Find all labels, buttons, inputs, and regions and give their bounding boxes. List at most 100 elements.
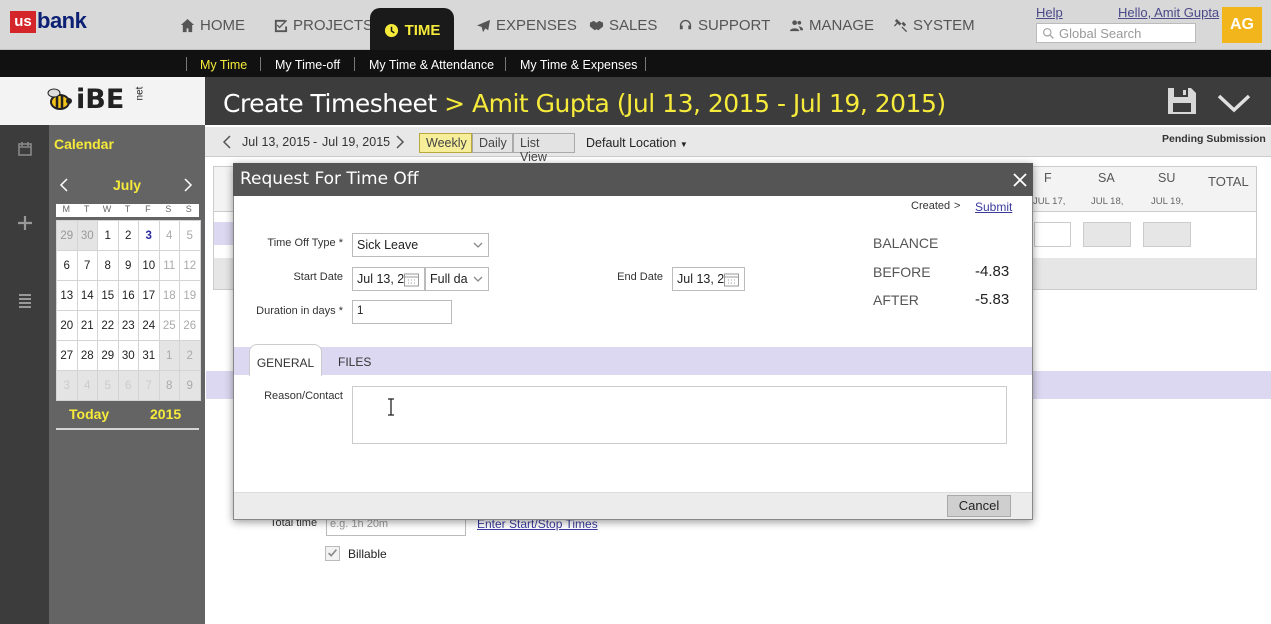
nav-home[interactable]: HOME xyxy=(178,0,247,50)
calendar-day[interactable]: 4 xyxy=(158,220,180,251)
calendar-day[interactable]: 10 xyxy=(138,250,160,281)
headset-icon xyxy=(679,19,692,29)
nav-system[interactable]: SYSTEM xyxy=(891,0,977,50)
tab-general[interactable]: GENERAL xyxy=(249,344,322,376)
grid-cell-fri[interactable] xyxy=(1034,222,1071,247)
calendar-year[interactable]: 2015 xyxy=(150,406,181,422)
subnav-my-time[interactable]: My Time xyxy=(200,58,247,72)
calendar-day[interactable]: 29 xyxy=(97,340,119,371)
grid-cell-sun[interactable] xyxy=(1143,222,1191,247)
cancel-button[interactable]: Cancel xyxy=(947,495,1011,517)
save-icon[interactable] xyxy=(1166,86,1198,116)
calendar-day[interactable]: 4 xyxy=(76,370,98,401)
calendar-day[interactable]: 23 xyxy=(117,310,139,341)
day-portion-select[interactable]: Full da xyxy=(425,267,489,291)
subnav-my-time-expenses[interactable]: My Time & Expenses xyxy=(520,58,637,72)
calendar-day[interactable]: 6 xyxy=(56,250,78,281)
view-weekly-button[interactable]: Weekly xyxy=(419,133,472,153)
calendar-day[interactable]: 11 xyxy=(158,250,180,281)
calendar-icon[interactable] xyxy=(723,271,740,288)
calendar-day[interactable]: 17 xyxy=(138,280,160,311)
nav-projects[interactable]: PROJECTS xyxy=(271,0,375,50)
nav-support[interactable]: SUPPORT xyxy=(676,0,772,50)
global-search-input[interactable]: Global Search xyxy=(1036,23,1196,43)
time-off-type-select[interactable]: Sick Leave xyxy=(352,233,489,257)
view-list-button[interactable]: List View xyxy=(513,133,575,164)
end-date-label: End Date xyxy=(617,271,663,283)
subnav-my-time-attendance[interactable]: My Time & Attendance xyxy=(369,58,494,72)
submit-link[interactable]: Submit xyxy=(975,200,1012,214)
people-icon xyxy=(789,19,804,31)
plus-icon[interactable] xyxy=(15,213,35,233)
calendar-day[interactable]: 30 xyxy=(76,220,98,251)
divider xyxy=(354,57,355,71)
grid-cell-sat[interactable] xyxy=(1083,222,1131,247)
subnav-my-time-off[interactable]: My Time-off xyxy=(275,58,340,72)
nav-time[interactable]: TIME xyxy=(370,8,454,50)
text-cursor-icon xyxy=(388,398,394,416)
calendar-day[interactable]: 7 xyxy=(76,250,98,281)
nav-sales[interactable]: SALES xyxy=(587,0,659,50)
nav-expenses[interactable]: EXPENSES xyxy=(474,0,579,50)
calendar-icon[interactable] xyxy=(403,271,420,288)
calendar-day[interactable]: 5 xyxy=(179,220,201,251)
calendar-day[interactable]: 22 xyxy=(97,310,119,341)
calendar-day[interactable]: 29 xyxy=(56,220,78,251)
calendar-day[interactable]: 1 xyxy=(97,220,119,251)
calendar-day[interactable]: 2 xyxy=(117,220,139,251)
location-dropdown[interactable]: Default Location ▼ xyxy=(586,136,688,150)
reason-textarea[interactable] xyxy=(352,386,1007,444)
calendar-day[interactable]: 31 xyxy=(138,340,160,371)
calendar-day[interactable]: 6 xyxy=(117,370,139,401)
today-button[interactable]: Today xyxy=(69,406,109,422)
calendar-day[interactable]: 5 xyxy=(97,370,119,401)
calendar-day[interactable]: 13 xyxy=(56,280,78,311)
avatar[interactable]: AG xyxy=(1222,7,1262,43)
calendar-day[interactable]: 30 xyxy=(117,340,139,371)
calendar-day[interactable]: 24 xyxy=(138,310,160,341)
location-label: Default Location xyxy=(586,136,677,150)
calendar-day[interactable]: 28 xyxy=(76,340,98,371)
calendar-day[interactable]: 9 xyxy=(179,370,201,401)
calendar-day[interactable]: 12 xyxy=(179,250,201,281)
calendar-day[interactable]: 8 xyxy=(97,250,119,281)
calendar-day[interactable]: 19 xyxy=(179,280,201,311)
calendar-day[interactable]: 7 xyxy=(138,370,160,401)
page-title-text: Create Timesheet xyxy=(223,89,437,118)
nav-manage[interactable]: MANAGE xyxy=(787,0,876,50)
calendar-month[interactable]: July xyxy=(113,177,141,193)
calendar-icon[interactable] xyxy=(15,139,35,159)
user-greeting-link[interactable]: Hello, Amit Gupta xyxy=(1118,5,1219,20)
chevron-left-icon[interactable] xyxy=(222,134,232,150)
reason-label: Reason/Contact xyxy=(264,390,343,402)
calendar-day[interactable]: 26 xyxy=(179,310,201,341)
chevron-left-icon[interactable] xyxy=(58,177,70,193)
calendar-day[interactable]: 21 xyxy=(76,310,98,341)
chevron-right-icon[interactable] xyxy=(182,177,194,193)
calendar-day[interactable]: 16 xyxy=(117,280,139,311)
chevron-right-icon[interactable] xyxy=(395,134,405,150)
calendar-day[interactable]: 15 xyxy=(97,280,119,311)
list-icon[interactable] xyxy=(15,290,35,310)
tab-files[interactable]: FILES xyxy=(338,355,371,369)
calendar-day[interactable]: 25 xyxy=(158,310,180,341)
clock-icon xyxy=(384,23,398,37)
calendar-day[interactable]: 3 xyxy=(56,370,78,401)
close-icon[interactable] xyxy=(1012,172,1028,188)
calendar-day[interactable]: 1 xyxy=(158,340,180,371)
calendar-day[interactable]: 20 xyxy=(56,310,78,341)
usbank-logo[interactable]: us bank xyxy=(10,8,98,38)
help-link[interactable]: Help xyxy=(1036,5,1063,20)
duration-input[interactable]: 1 xyxy=(352,300,452,324)
calendar-day[interactable]: 3 xyxy=(138,220,160,251)
calendar-day[interactable]: 9 xyxy=(117,250,139,281)
chevron-down-icon[interactable] xyxy=(1216,92,1252,114)
billable-checkbox[interactable] xyxy=(325,546,340,561)
calendar-day[interactable]: 2 xyxy=(179,340,201,371)
view-daily-button[interactable]: Daily xyxy=(472,133,513,153)
grid-day-sun: SU xyxy=(1158,171,1176,185)
calendar-day[interactable]: 27 xyxy=(56,340,78,371)
calendar-day[interactable]: 14 xyxy=(76,280,98,311)
calendar-day[interactable]: 8 xyxy=(158,370,180,401)
calendar-day[interactable]: 18 xyxy=(158,280,180,311)
